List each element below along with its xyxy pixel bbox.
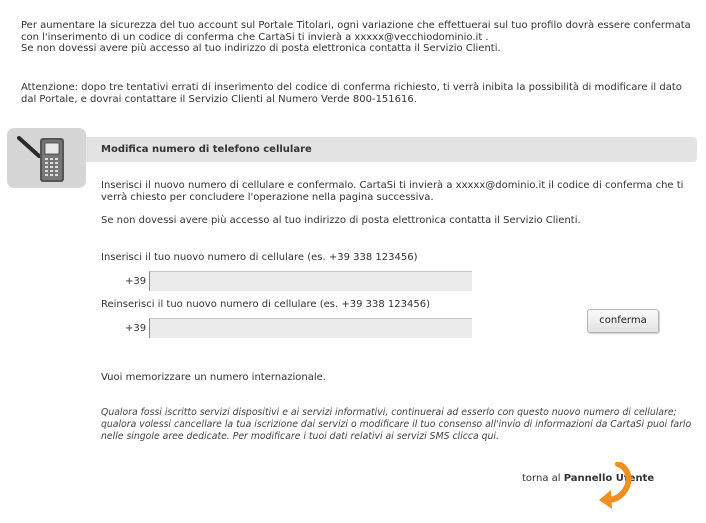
international-number-link[interactable]: Vuoi memorizzare un numero internazional… — [101, 372, 326, 383]
sms-services-note: Qualora fossi iscritto servizi dispositi… — [101, 407, 692, 442]
section-icon-box — [7, 128, 86, 188]
mobile-phone-icon — [17, 136, 64, 182]
curved-arrow-icon[interactable] — [596, 462, 636, 512]
repeat-number-input[interactable] — [149, 318, 472, 338]
new-number-input[interactable] — [149, 271, 472, 291]
section-description: Inserisci il nuovo numero di cellulare e… — [101, 180, 684, 203]
new-number-label: Inserisci il tuo nuovo numero di cellula… — [101, 252, 418, 263]
intro-text: Per aumentare la sicurezza del tuo accou… — [21, 20, 693, 55]
repeat-number-label: Reinserisci il tuo nuovo numero di cellu… — [101, 299, 430, 310]
section-contact-note: Se non dovessi avere più accesso al tuo … — [101, 215, 581, 226]
country-prefix: +39 — [125, 276, 147, 287]
section-title: Modifica numero di telefono cellulare — [101, 144, 312, 155]
intro-paragraph: Per aumentare la sicurezza del tuo accou… — [21, 20, 691, 43]
back-prefix: torna al — [522, 473, 561, 484]
confirm-button[interactable]: conferma — [587, 309, 659, 333]
country-prefix: +39 — [125, 323, 147, 334]
intro-contact-paragraph: Se non dovessi avere più accesso al tuo … — [21, 43, 501, 54]
warning-text: Attenzione: dopo tre tentativi errati di… — [21, 82, 682, 105]
